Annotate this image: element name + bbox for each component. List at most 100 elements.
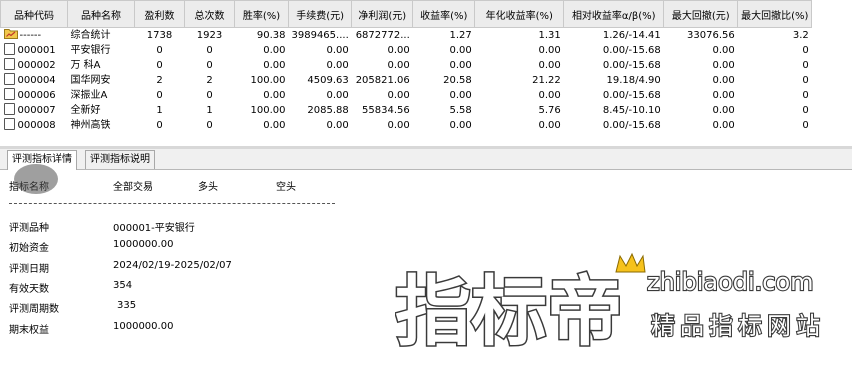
col-header-net[interactable]: 净利润(元) (351, 0, 414, 28)
row-winrate: 0.00 (263, 45, 286, 56)
row-mdd: 33076.56 (687, 30, 735, 41)
row-mdd: 0.00 (712, 105, 735, 116)
table-row[interactable]: 000006 深振业A 0 0 0.00 0.00 0.00 0.00 0.00… (1, 88, 812, 103)
col-header-relative-return[interactable]: 相对收益率α/β(%) (563, 0, 665, 28)
document-icon (3, 43, 15, 55)
row-fee: 0.00 (326, 90, 349, 101)
row-total: 1923 (196, 30, 223, 41)
col-header-return[interactable]: 收益率(%) (412, 0, 476, 28)
col-header-wins[interactable]: 盈利数 (134, 0, 185, 28)
row-return: 0.00 (449, 45, 472, 56)
row-mdd-ratio: 0 (802, 120, 809, 131)
row-mdd-ratio: 0 (802, 105, 809, 116)
row-net: 0.00 (387, 90, 410, 101)
row-wins: 0 (156, 60, 163, 71)
row-winrate: 100.00 (250, 105, 286, 116)
detail-tab-bar: 评测指标详情 评测指标说明 (0, 149, 852, 170)
row-net: 205821.06 (355, 75, 410, 86)
row-wins: 0 (156, 120, 163, 131)
row-name: 综合统计 (70, 30, 111, 41)
stat-label: 评测日期 (9, 264, 49, 275)
row-net: 0.00 (387, 120, 410, 131)
col-header-max-drawdown[interactable]: 最大回撤(元) (663, 0, 739, 28)
row-fee: 0.00 (326, 60, 349, 71)
row-name: 国华网安 (70, 75, 111, 86)
row-fee: 3989465.... (291, 30, 349, 41)
col-header-winrate[interactable]: 胜率(%) (234, 0, 289, 28)
row-net: 55834.56 (362, 105, 410, 116)
mouse-cursor-indicator (14, 164, 58, 194)
row-winrate: 100.00 (250, 75, 286, 86)
stat-label: 有效天数 (9, 284, 49, 295)
row-winrate: 0.00 (263, 60, 286, 71)
col-header-code[interactable]: 品种代码 (0, 0, 68, 28)
row-mdd: 0.00 (712, 90, 735, 101)
row-annual: 21.22 (532, 75, 561, 86)
tab-metric-explanation[interactable]: 评测指标说明 (85, 150, 155, 169)
col-header-fee[interactable]: 手续费(元) (287, 0, 353, 28)
row-mdd-ratio: 0 (802, 45, 809, 56)
row-relative: 19.18/4.90 (606, 75, 661, 86)
row-relative: 0.00/-15.68 (602, 60, 661, 71)
row-mdd-ratio: 0 (802, 60, 809, 71)
stats-col-all-trades: 全部交易 (113, 182, 153, 193)
row-return: 20.58 (443, 75, 472, 86)
row-name: 万 科A (70, 60, 101, 71)
stat-label: 评测品种 (9, 223, 49, 234)
table-row[interactable]: 000002 万 科A 0 0 0.00 0.00 0.00 0.00 0.00… (1, 58, 812, 73)
row-name: 全新好 (70, 105, 101, 116)
row-code: 000001 (17, 45, 56, 56)
row-mdd-ratio: 0 (802, 75, 809, 86)
row-annual: 0.00 (538, 60, 561, 71)
row-winrate: 90.38 (256, 30, 286, 41)
col-header-max-drawdown-ratio[interactable]: 最大回撤比(%) (737, 0, 813, 28)
row-winrate: 0.00 (263, 120, 286, 131)
row-total: 0 (206, 45, 213, 56)
row-wins: 0 (156, 45, 163, 56)
table-row[interactable]: 000004 国华网安 2 2 100.00 4509.63 205821.06… (1, 73, 812, 88)
stat-value: 2024/02/19-2025/02/07 (113, 260, 232, 271)
row-return: 0.00 (449, 60, 472, 71)
document-icon (3, 73, 15, 85)
row-total: 0 (206, 90, 213, 101)
row-wins: 2 (156, 75, 163, 86)
row-fee: 4509.63 (307, 75, 349, 86)
row-return: 1.27 (449, 30, 472, 41)
stat-label: 初始资金 (9, 243, 49, 254)
row-wins: 0 (156, 90, 163, 101)
row-annual: 0.00 (538, 120, 561, 131)
document-icon (3, 58, 15, 70)
table-row[interactable]: 000008 神州高铁 0 0 0.00 0.00 0.00 0.00 0.00… (1, 118, 812, 133)
row-total: 2 (206, 75, 213, 86)
stat-label: 期末权益 (9, 325, 49, 336)
row-relative: 0.00/-15.68 (602, 45, 661, 56)
table-row[interactable]: 000007 全新好 1 1 100.00 2085.88 55834.56 5… (1, 103, 812, 118)
row-code: 000006 (17, 90, 56, 101)
row-return: 0.00 (449, 90, 472, 101)
row-fee: 0.00 (326, 120, 349, 131)
row-mdd-ratio: 0 (802, 90, 809, 101)
table-header-row: 品种代码 品种名称 盈利数 总次数 胜率(%) 手续费(元) 净利润(元) 收益… (0, 0, 813, 28)
row-net: 6872772... (355, 30, 410, 41)
row-fee: 0.00 (326, 45, 349, 56)
row-net: 0.00 (387, 60, 410, 71)
row-name: 深振业A (70, 90, 108, 101)
stats-col-short: 空头 (276, 182, 296, 193)
col-header-name[interactable]: 品种名称 (67, 0, 135, 28)
col-header-annual-return[interactable]: 年化收益率(%) (474, 0, 565, 28)
stat-value: 1000000.00 (113, 321, 174, 332)
row-total: 1 (206, 105, 213, 116)
results-table-area: 品种代码 品种名称 盈利数 总次数 胜率(%) 手续费(元) 净利润(元) 收益… (0, 0, 852, 146)
stat-value: 354 (113, 280, 133, 291)
row-net: 0.00 (387, 45, 410, 56)
row-return: 0.00 (449, 120, 472, 131)
table-row[interactable]: 000001 平安银行 0 0 0.00 0.00 0.00 0.00 0.00… (1, 43, 812, 58)
table-row-summary[interactable]: ------ 综合统计 1738 1923 90.38 3989465.... … (1, 28, 812, 44)
row-annual: 0.00 (538, 45, 561, 56)
results-table: 品种代码 品种名称 盈利数 总次数 胜率(%) 手续费(元) 净利润(元) 收益… (0, 0, 813, 133)
row-total: 0 (206, 60, 213, 71)
row-mdd-ratio: 3.2 (792, 30, 809, 41)
row-mdd: 0.00 (712, 120, 735, 131)
row-winrate: 0.00 (263, 90, 286, 101)
col-header-total[interactable]: 总次数 (184, 0, 235, 28)
